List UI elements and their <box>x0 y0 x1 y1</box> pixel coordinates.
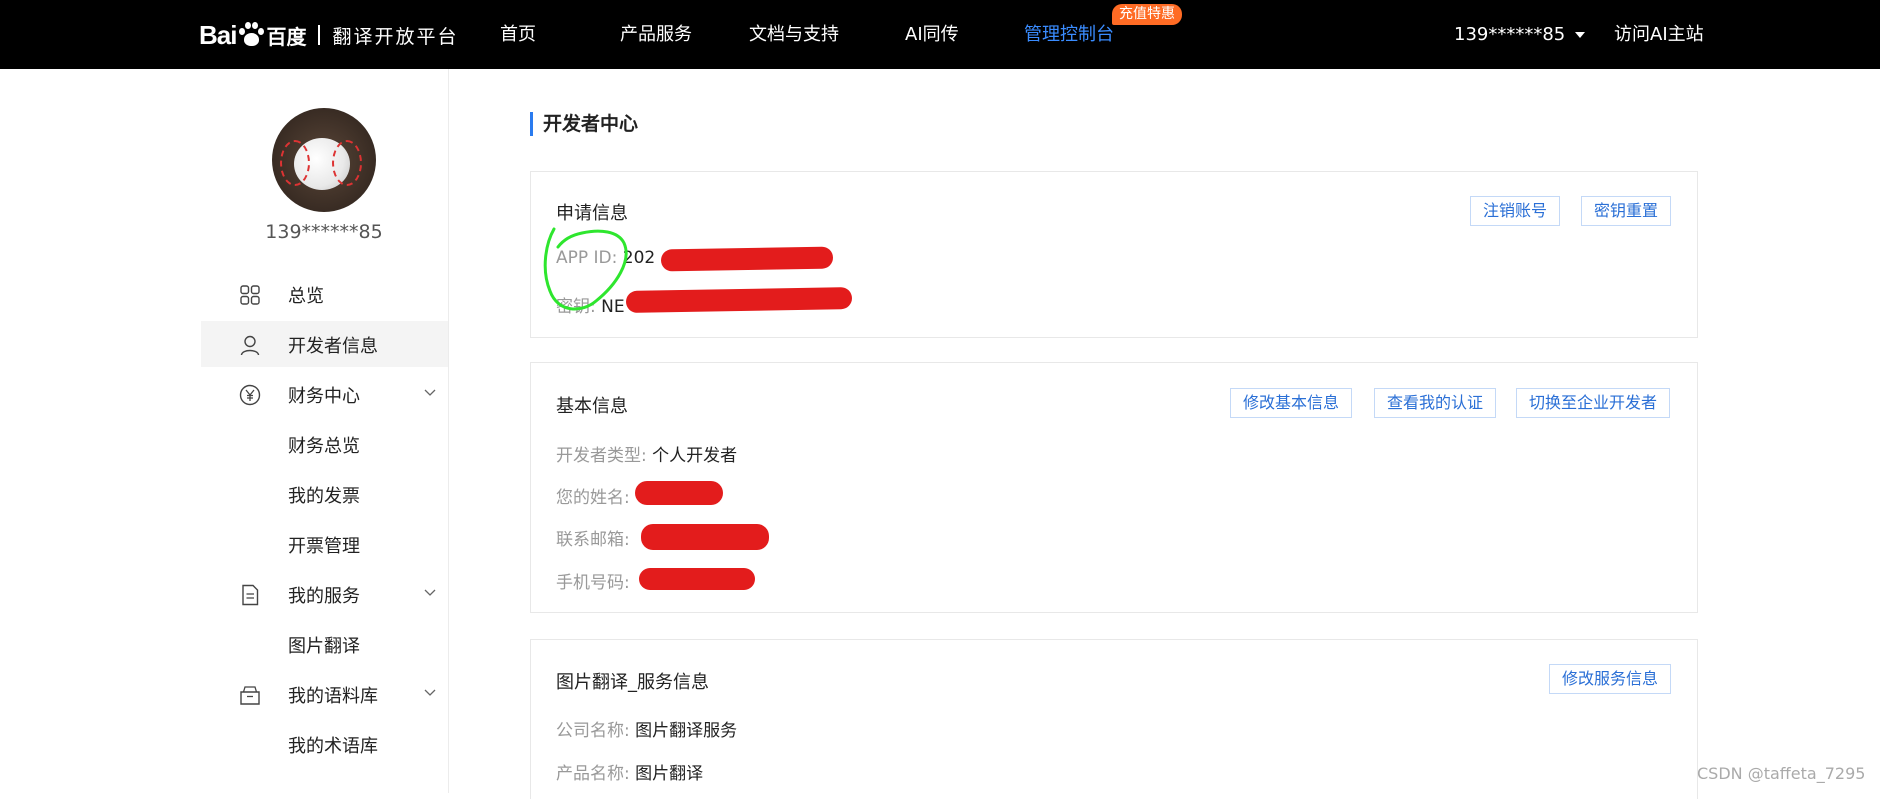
user-icon <box>240 335 260 356</box>
baseball-image <box>280 138 362 190</box>
sidebar-item-overview[interactable]: 总览 <box>201 271 448 317</box>
sidebar-subitem-finance-overview[interactable]: 财务总览 <box>288 432 360 458</box>
logo-divider <box>318 25 321 45</box>
logo-baidu-cn: 百度 <box>266 24 307 49</box>
name-label: 您的姓名: <box>556 488 630 508</box>
switch-enterprise-button[interactable]: 切换至企业开发者 <box>1516 388 1671 418</box>
sidebar-item-finance-center[interactable]: 财务中心 <box>201 371 448 417</box>
visit-ai-site-link[interactable]: 访问AI主站 <box>1614 20 1704 50</box>
product-name-field: 产品名称: 图片翻译 <box>556 759 703 784</box>
caret-down-icon <box>1575 32 1586 38</box>
card-title: 基本信息 <box>556 396 628 417</box>
avatar[interactable] <box>272 108 376 212</box>
redaction-mark <box>625 287 853 313</box>
chevron-down-icon <box>424 689 436 696</box>
grid-icon <box>240 285 260 305</box>
sidebar-item-label: 我的服务 <box>288 586 360 607</box>
phone-label: 手机号码: <box>556 573 630 593</box>
developer-type-label: 开发者类型: <box>556 446 647 466</box>
basic-info-card: 基本信息 修改基本信息 查看我的认证 切换至企业开发者 开发者类型: 个人开发者… <box>530 362 1698 613</box>
green-circle-annotation <box>543 227 628 311</box>
cancel-account-button[interactable]: 注销账号 <box>1470 196 1561 226</box>
page-title: 开发者中心 <box>530 112 638 136</box>
account-name: 139******85 <box>1454 24 1566 45</box>
service-info-card: 图片翻译_服务信息 修改服务信息 公司名称: 图片翻译服务 产品名称: 图片翻译 <box>530 639 1698 799</box>
application-info-card: 申请信息 注销账号 密钥重置 APP ID: 202 密钥: NE <box>530 171 1698 338</box>
company-name-label: 公司名称: <box>556 721 630 741</box>
sidebar-item-label: 我的语料库 <box>288 686 378 707</box>
redaction-mark <box>641 524 769 550</box>
redaction-mark <box>635 481 723 505</box>
box-icon <box>240 686 260 705</box>
sidebar-subitem-my-terms[interactable]: 我的术语库 <box>288 732 378 758</box>
baidu-translate-logo[interactable]: Bai 百度 翻译开放平台 <box>199 10 458 60</box>
email-field: 联系邮箱: <box>556 525 630 550</box>
chevron-down-icon <box>424 389 436 396</box>
chevron-down-icon <box>424 589 436 596</box>
developer-type-value: 个人开发者 <box>652 446 738 466</box>
product-name-label: 产品名称: <box>556 764 630 784</box>
nav-ai-interpret[interactable]: AI同传 <box>905 20 959 50</box>
reset-key-button[interactable]: 密钥重置 <box>1581 196 1672 226</box>
redaction-mark <box>639 568 755 590</box>
nav-console[interactable]: 管理控制台 <box>1024 20 1114 50</box>
sidebar-item-label: 财务中心 <box>288 386 360 407</box>
logo-platform-name: 翻译开放平台 <box>332 25 459 48</box>
company-name-value: 图片翻译服务 <box>635 721 738 741</box>
sidebar-subitem-my-invoices[interactable]: 我的发票 <box>288 482 360 508</box>
email-label: 联系邮箱: <box>556 530 630 550</box>
sidebar-item-my-corpus[interactable]: 我的语料库 <box>201 671 448 717</box>
view-certification-button[interactable]: 查看我的认证 <box>1374 388 1497 418</box>
edit-basic-info-button[interactable]: 修改基本信息 <box>1230 388 1353 418</box>
edit-service-info-button[interactable]: 修改服务信息 <box>1549 664 1672 694</box>
nav-products[interactable]: 产品服务 <box>620 20 692 50</box>
csdn-watermark: CSDN @taffeta_7295 <box>1697 764 1866 783</box>
yuan-coin-icon <box>239 384 261 406</box>
paw-icon <box>238 22 265 48</box>
redaction-mark <box>660 246 834 272</box>
promo-badge[interactable]: 充值特惠 <box>1112 4 1182 25</box>
sidebar-subitem-image-translation[interactable]: 图片翻译 <box>288 632 360 658</box>
document-icon <box>242 584 259 606</box>
nav-home[interactable]: 首页 <box>500 20 536 50</box>
account-menu[interactable]: 139******85 <box>1454 20 1586 50</box>
company-name-field: 公司名称: 图片翻译服务 <box>556 716 737 741</box>
sidebar-subitem-invoice-management[interactable]: 开票管理 <box>288 532 360 558</box>
card-title: 图片翻译_服务信息 <box>556 672 709 693</box>
sidebar-item-label: 开发者信息 <box>288 336 378 357</box>
sidebar-item-my-services[interactable]: 我的服务 <box>201 571 448 617</box>
sidebar-username: 139******85 <box>265 221 383 243</box>
phone-field: 手机号码: <box>556 568 630 593</box>
top-navigation-bar: Bai 百度 翻译开放平台 首页 产品服务 文档与支持 AI同传 管理控制台 充… <box>0 0 1880 69</box>
name-field: 您的姓名: <box>556 483 630 508</box>
product-name-value: 图片翻译 <box>635 764 704 784</box>
developer-type-field: 开发者类型: 个人开发者 <box>556 441 737 466</box>
logo-bai-text: Bai <box>199 19 237 50</box>
sidebar-item-label: 总览 <box>288 286 324 307</box>
nav-docs-support[interactable]: 文档与支持 <box>749 20 839 50</box>
sidebar-item-developer-info[interactable]: 开发者信息 <box>201 321 448 367</box>
